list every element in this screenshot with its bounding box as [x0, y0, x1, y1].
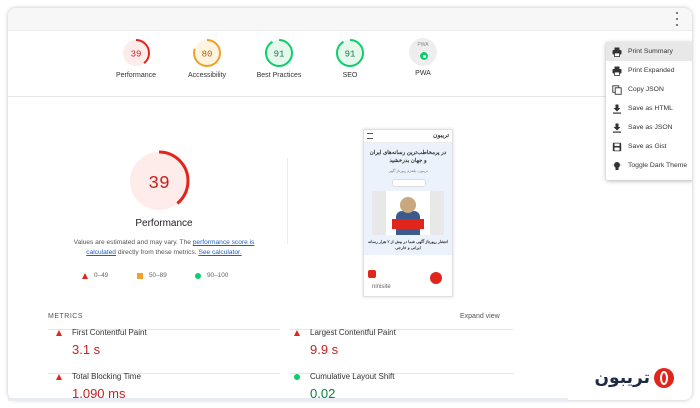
gauge-performance[interactable]: 39 Performance [96, 38, 176, 79]
divider [287, 158, 288, 244]
brand-logo-icon [654, 368, 674, 388]
thumb-pill [392, 179, 426, 187]
pwa-badge-icon: PWA [409, 38, 437, 66]
gauge-seo[interactable]: 91 SEO [310, 38, 390, 79]
legend-fail-range: 0–49 [94, 272, 109, 279]
gauge-performance-score: 39 [131, 50, 142, 60]
menu-print-expanded[interactable]: Print Expanded [606, 61, 692, 80]
menu-item-label: Save as JSON [628, 124, 673, 131]
gauge-seo-ring: 91 [336, 39, 364, 67]
thumb-footer: ninisite [364, 266, 452, 296]
gauge-accessibility-score: 80 [202, 50, 213, 60]
gauge-pwa[interactable]: PWA PWA [383, 38, 463, 77]
thumb-hero: در پرمخاطب‌ترین رسانه‌های ایران و جهان ب… [364, 143, 452, 255]
menu-save-json[interactable]: Save as JSON [606, 118, 692, 137]
menu-item-label: Print Summary [628, 48, 673, 55]
legend-average: 50–89 [137, 272, 167, 279]
score-gauges: 39 Performance 80 Accessibility 91 Best … [8, 30, 692, 97]
thumb-bottom-text: انتشار رپورتاژ آگهی شما در بیش از ۲ هزار… [368, 239, 448, 250]
page-screenshot-thumbnail: تریبون در پرمخاطب‌ترین رسانه‌های ایران و… [363, 129, 453, 297]
metric-tbt-label: Total Blocking Time [72, 372, 141, 381]
gauge-best-practices-ring: 91 [265, 39, 293, 67]
square-icon [137, 272, 143, 279]
printer-icon [612, 47, 622, 57]
menu-item-label: Save as HTML [628, 105, 673, 112]
metric-lcp-label: Largest Contentful Paint [310, 328, 396, 337]
performance-big-score: 39 [148, 174, 170, 194]
metric-cls-label: Cumulative Layout Shift [310, 372, 395, 381]
desc-prefix: Values are estimated and may vary. The [73, 239, 193, 246]
performance-big-ring: 39 [128, 150, 190, 212]
menu-icon [367, 133, 373, 139]
menu-save-gist[interactable]: Save as Gist [606, 137, 692, 156]
top-bar [8, 8, 692, 31]
fail-triangle-icon [294, 330, 300, 336]
gauge-best-practices-score: 91 [274, 50, 285, 60]
metric-lcp-value: 9.9 s [310, 342, 339, 357]
gauge-accessibility-ring: 80 [193, 39, 221, 67]
thumb-logo: تریبون [433, 133, 449, 139]
menu-item-label: Copy JSON [628, 86, 664, 93]
thumb-illustration [372, 191, 444, 235]
bottom-strip [8, 398, 568, 401]
thumb-app-icon [368, 270, 376, 278]
expand-view-toggle[interactable]: Expand view [460, 313, 500, 320]
thumb-footer-text: ninisite [372, 284, 391, 290]
gauge-best-practices-label: Best Practices [256, 72, 302, 79]
lightbulb-icon [612, 161, 622, 171]
gauge-accessibility[interactable]: 80 Accessibility [167, 38, 247, 79]
menu-item-label: Toggle Dark Theme [628, 162, 688, 169]
save-icon [612, 142, 622, 152]
gauge-performance-label: Performance [115, 72, 157, 79]
more-vert-icon[interactable] [674, 12, 680, 26]
menu-item-label: Save as Gist [628, 143, 667, 150]
download-icon [612, 104, 622, 114]
legend-fail: 0–49 [82, 272, 108, 279]
legend-pass-range: 90–100 [207, 272, 229, 279]
performance-description: Values are estimated and may vary. The p… [58, 238, 270, 258]
legend-pass: 90–100 [195, 272, 228, 279]
location-pin-icon [430, 272, 442, 284]
desc-mid: directly from these metrics. [115, 249, 199, 256]
fail-triangle-icon [56, 374, 62, 380]
legend-average-range: 50–89 [149, 272, 167, 279]
metric-fcp-label: First Contentful Paint [72, 328, 147, 337]
copy-icon [612, 84, 622, 95]
menu-item-label: Print Expanded [628, 67, 675, 74]
printer-icon [612, 66, 622, 76]
download-icon [612, 123, 622, 133]
menu-toggle-dark-theme[interactable]: Toggle Dark Theme [606, 156, 692, 175]
menu-save-html[interactable]: Save as HTML [606, 99, 692, 118]
gauge-seo-score: 91 [345, 50, 356, 60]
gauge-performance-ring: 39 [122, 39, 150, 67]
gauge-seo-label: SEO [342, 72, 358, 79]
circle-icon [195, 272, 201, 279]
gauge-pwa-label: PWA [415, 70, 431, 77]
score-legend: 0–49 50–89 90–100 [82, 272, 252, 282]
fail-triangle-icon [56, 330, 62, 336]
pass-circle-icon [294, 374, 300, 380]
gauge-best-practices[interactable]: 91 Best Practices [239, 38, 319, 79]
tools-dropdown-menu: Print Summary Print Expanded Copy JSON S… [606, 42, 692, 180]
thumb-headline: در پرمخاطب‌ترین رسانه‌های ایران و جهان ب… [369, 150, 447, 164]
triangle-icon [82, 272, 88, 279]
thumb-subtext: تریبون، پلتفرم رپورتاژ آگهی [388, 169, 428, 173]
performance-big-gauge: 39 [126, 148, 192, 214]
see-calculator-link[interactable]: See calculator. [198, 249, 241, 256]
menu-print-summary[interactable]: Print Summary [606, 42, 692, 61]
performance-title: Performance [135, 218, 193, 229]
pwa-badge-text: PWA [417, 42, 429, 48]
brand-watermark: تریبون [578, 365, 674, 391]
gauge-accessibility-label: Accessibility [187, 72, 227, 79]
metric-fcp-value: 3.1 s [72, 342, 101, 357]
thumb-header: تریبون [364, 130, 452, 143]
menu-copy-json[interactable]: Copy JSON [606, 80, 692, 99]
metrics-header: METRICS [48, 313, 83, 320]
report-window: 39 Performance 80 Accessibility 91 Best … [8, 8, 692, 400]
brand-text: تریبون [594, 368, 650, 388]
